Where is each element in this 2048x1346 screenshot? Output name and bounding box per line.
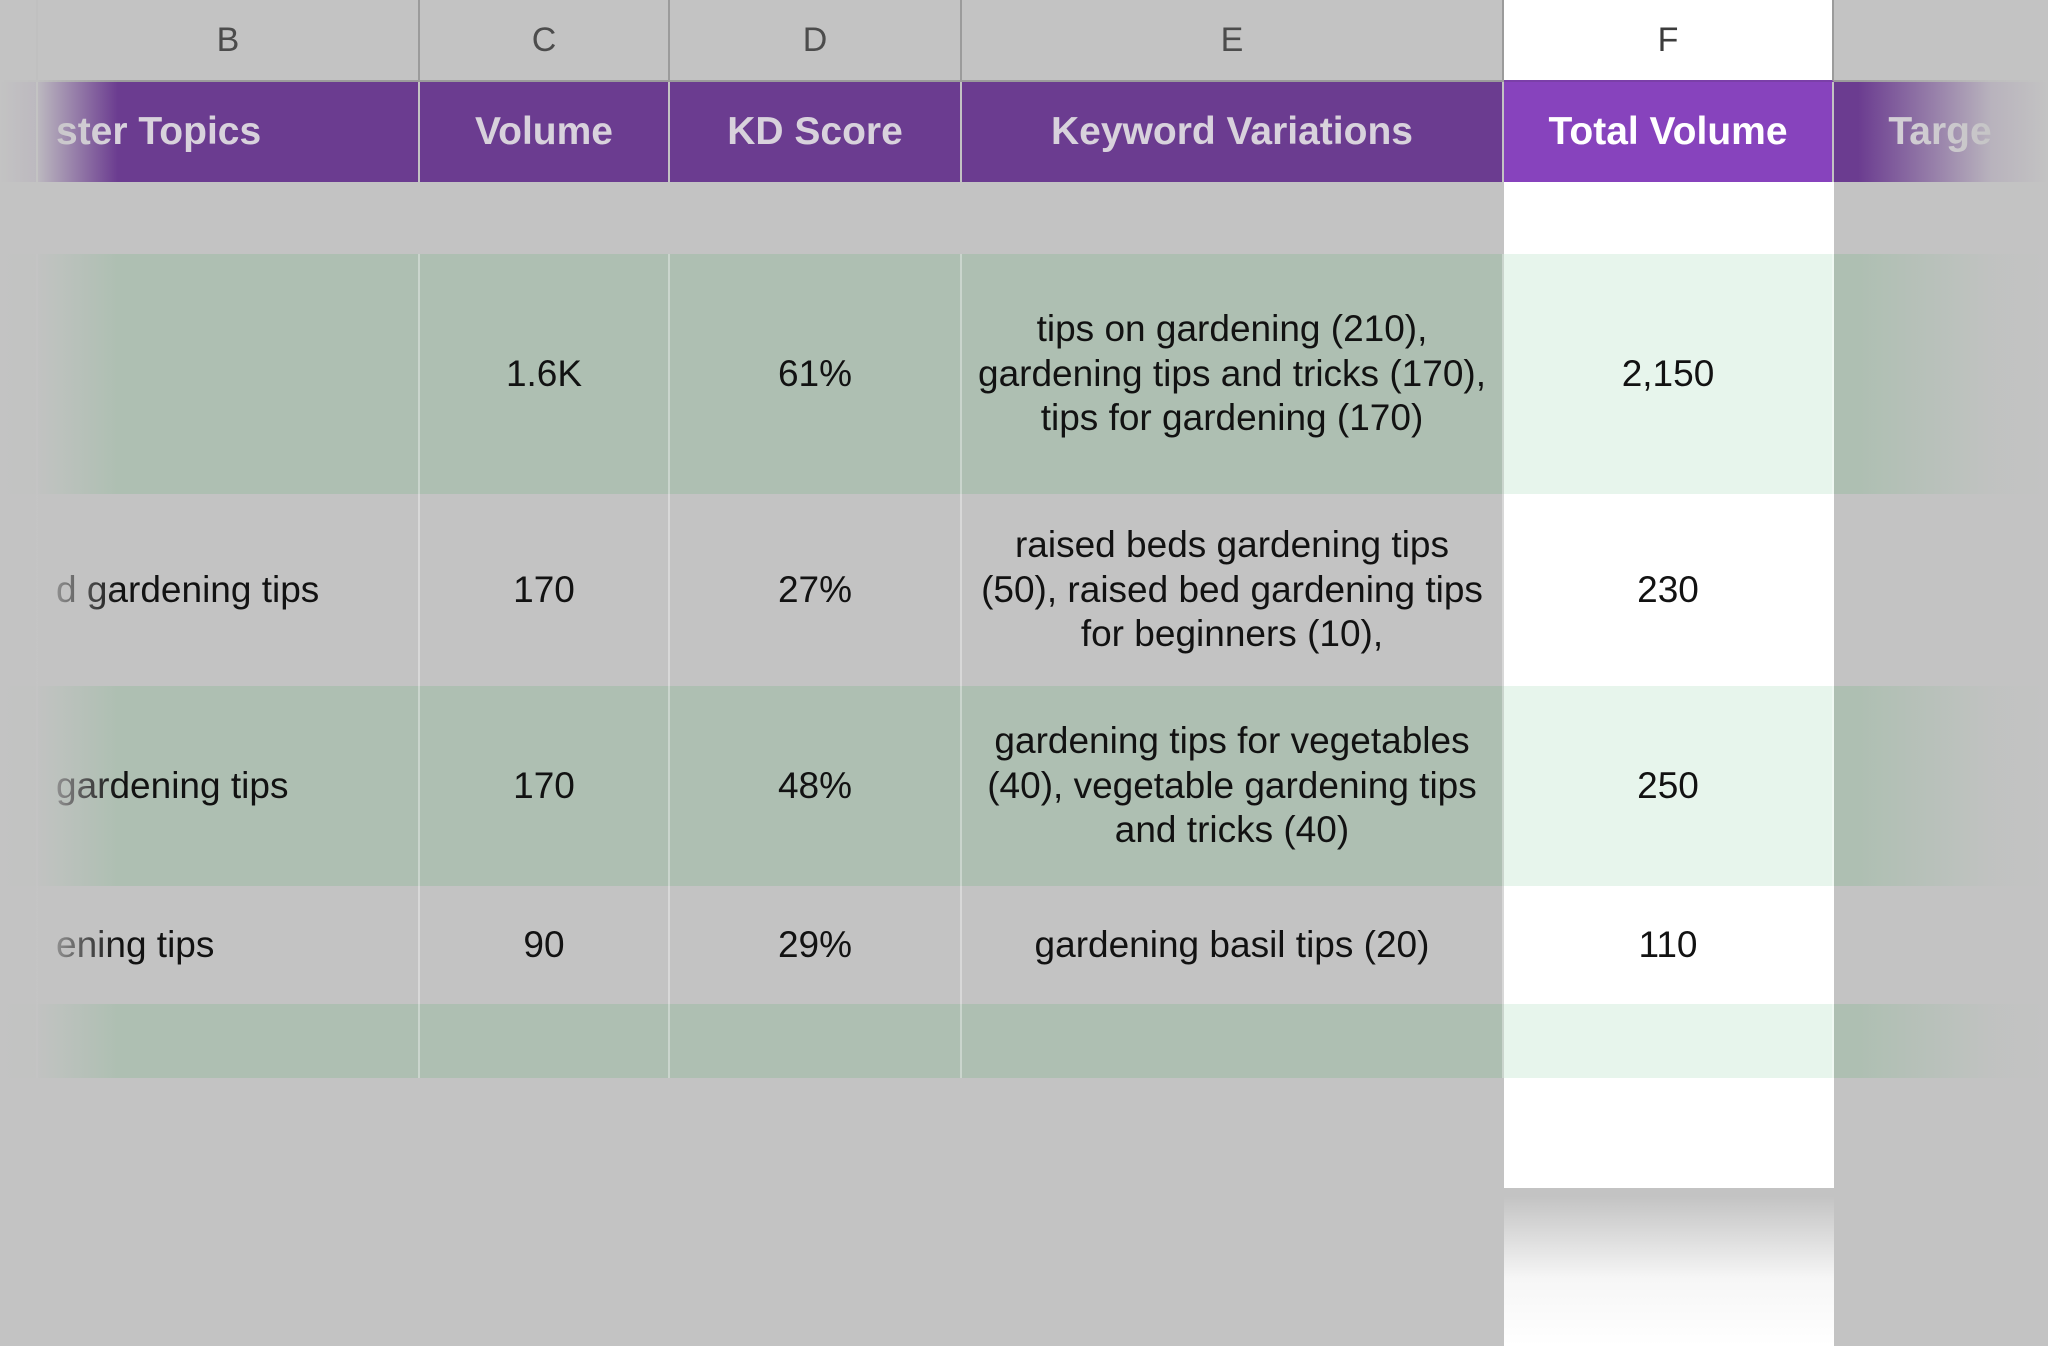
- cell-volume[interactable]: 90: [420, 886, 670, 1004]
- table-row[interactable]: gardening tips 170 48% gardening tips fo…: [0, 686, 2048, 886]
- cell-target[interactable]: [1834, 686, 2048, 886]
- empty-cell-g: [1834, 1078, 2048, 1188]
- header-cell-cluster-topics[interactable]: ster Topics: [38, 82, 420, 182]
- table-header-row: ster Topics Volume KD Score Keyword Vari…: [0, 82, 2048, 182]
- column-header-strip: B C D E F: [0, 0, 2048, 82]
- table-row[interactable]: 1.6K 61% tips on gardening (210), garden…: [0, 254, 2048, 494]
- cell-cluster-topic[interactable]: [38, 254, 420, 494]
- empty-cell-b: [38, 1078, 420, 1188]
- cell-a[interactable]: [0, 686, 38, 886]
- header-cell-total-volume[interactable]: Total Volume: [1504, 82, 1834, 182]
- column-header-f-selected[interactable]: F: [1504, 0, 1834, 82]
- cell-target[interactable]: [1834, 886, 2048, 1004]
- header-cell-keyword-variations[interactable]: Keyword Variations: [962, 82, 1504, 182]
- cell-kd-score[interactable]: 29%: [670, 886, 962, 1004]
- cell-cluster-topic[interactable]: d gardening tips: [38, 494, 420, 686]
- cell-a[interactable]: [0, 254, 38, 494]
- column-header-d[interactable]: D: [670, 0, 962, 82]
- cell-cluster-topic[interactable]: gardening tips: [38, 686, 420, 886]
- cell-kd-score[interactable]: 61%: [670, 254, 962, 494]
- cell-target[interactable]: [1834, 254, 2048, 494]
- column-header-g[interactable]: [1834, 0, 2048, 82]
- spacer-cell-a: [0, 182, 38, 254]
- empty-cell-e: [962, 1078, 1504, 1188]
- cell-keyword-variations[interactable]: raised beds gardening tips (50), raised …: [962, 494, 1504, 686]
- cell-a[interactable]: [0, 1004, 38, 1078]
- empty-cell-a: [0, 1078, 38, 1188]
- header-cell-volume[interactable]: Volume: [420, 82, 670, 182]
- cell-cluster-topic[interactable]: ening tips: [38, 886, 420, 1004]
- empty-area-row: [0, 1078, 2048, 1188]
- cell-cluster-topic[interactable]: [38, 1004, 420, 1078]
- cell-target[interactable]: [1834, 494, 2048, 686]
- cell-kd-score[interactable]: 48%: [670, 686, 962, 886]
- cell-keyword-variations[interactable]: [962, 1004, 1504, 1078]
- cell-keyword-variations[interactable]: gardening basil tips (20): [962, 886, 1504, 1004]
- cell-keyword-variations[interactable]: gardening tips for vegetables (40), vege…: [962, 686, 1504, 886]
- cell-volume[interactable]: 170: [420, 494, 670, 686]
- spacer-cell-f: [1504, 182, 1834, 254]
- empty-cell-d: [670, 1078, 962, 1188]
- header-cell-kd-score[interactable]: KD Score: [670, 82, 962, 182]
- cell-total-volume[interactable]: 110: [1504, 886, 1834, 1004]
- column-header-b[interactable]: B: [38, 0, 420, 82]
- cell-a[interactable]: [0, 494, 38, 686]
- cell-total-volume[interactable]: 250: [1504, 686, 1834, 886]
- table-row[interactable]: [0, 1004, 2048, 1078]
- spacer-cell-g: [1834, 182, 2048, 254]
- spacer-cell-d: [670, 182, 962, 254]
- column-header-a[interactable]: [0, 0, 38, 82]
- cell-kd-score[interactable]: 27%: [670, 494, 962, 686]
- cell-total-volume[interactable]: 230: [1504, 494, 1834, 686]
- cell-kd-score[interactable]: [670, 1004, 962, 1078]
- spacer-cell-c: [420, 182, 670, 254]
- cell-volume[interactable]: 1.6K: [420, 254, 670, 494]
- cell-a[interactable]: [0, 886, 38, 1004]
- cell-keyword-variations[interactable]: tips on gardening (210), gardening tips …: [962, 254, 1504, 494]
- header-cell-target[interactable]: Targe: [1834, 82, 2048, 182]
- spacer-cell-b: [38, 182, 420, 254]
- header-cell-a[interactable]: [0, 82, 38, 182]
- cell-volume[interactable]: [420, 1004, 670, 1078]
- column-header-e[interactable]: E: [962, 0, 1504, 82]
- cell-total-volume[interactable]: [1504, 1004, 1834, 1078]
- empty-cell-c: [420, 1078, 670, 1188]
- empty-cell-f: [1504, 1078, 1834, 1188]
- cell-volume[interactable]: 170: [420, 686, 670, 886]
- table-row[interactable]: ening tips 90 29% gardening basil tips (…: [0, 886, 2048, 1004]
- spacer-cell-e: [962, 182, 1504, 254]
- cell-total-volume[interactable]: 2,150: [1504, 254, 1834, 494]
- cell-target[interactable]: [1834, 1004, 2048, 1078]
- table-row[interactable]: d gardening tips 170 27% raised beds gar…: [0, 494, 2048, 686]
- sheet-grid: ster Topics Volume KD Score Keyword Vari…: [0, 82, 2048, 1346]
- column-header-c[interactable]: C: [420, 0, 670, 82]
- spreadsheet-canvas: B C D E F ster Topics Volume KD Score Ke…: [0, 0, 2048, 1346]
- spacer-row: [0, 182, 2048, 254]
